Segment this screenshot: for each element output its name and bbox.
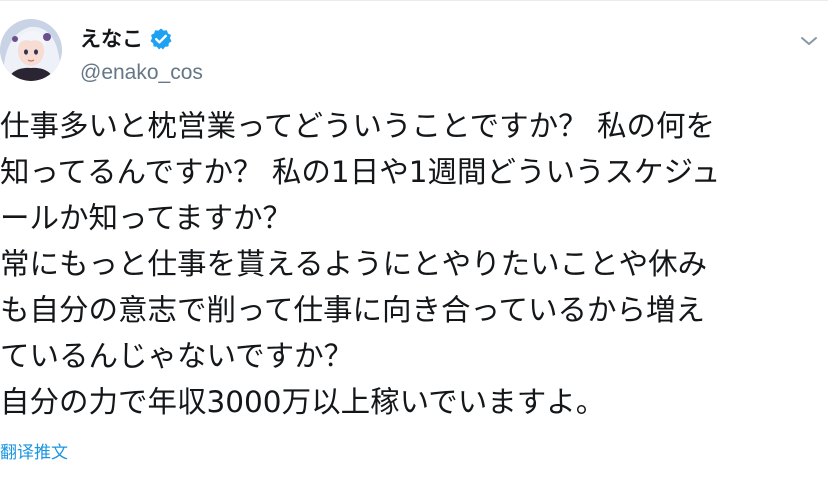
- name-row: えなこ: [80, 25, 173, 53]
- tweet-header: えなこ @enako_cos: [0, 15, 828, 87]
- avatar-illustration: [0, 19, 62, 81]
- tweet-text-line: 仕事多いと枕営業ってどういうことですか？ 私の何を: [0, 109, 716, 143]
- tweet-card: えなこ @enako_cos 仕事多いと枕営業ってどういうことですか？ 私の何を…: [0, 0, 828, 480]
- display-name[interactable]: えなこ: [80, 25, 143, 53]
- tweet-text-line: 自分の力で年収3000万以上稼いでいますよ。: [0, 385, 606, 419]
- tweet-text-line: 常にもっと仕事を貰えるようにとやりたいことや休み: [0, 247, 708, 281]
- tweet-text-line: も自分の意志で削って仕事に向き合っているから増え: [0, 293, 706, 327]
- translate-tweet-link[interactable]: 翻译推文: [0, 441, 68, 465]
- tweet-text-line: ているんじゃないですか？: [0, 339, 354, 373]
- chevron-down-icon[interactable]: [798, 33, 820, 49]
- tweet-text: 仕事多いと枕営業ってどういうことですか？ 私の何を 知ってるんですか？ 私の1日…: [0, 103, 828, 425]
- tweet-text-line: 知ってるんですか？ 私の1日や1週間どういうスケジュ: [0, 155, 721, 189]
- user-handle[interactable]: @enako_cos: [80, 61, 203, 85]
- verified-badge-icon: [149, 27, 173, 51]
- avatar[interactable]: [0, 19, 62, 81]
- tweet-text-line: ールか知ってますか？: [0, 201, 293, 235]
